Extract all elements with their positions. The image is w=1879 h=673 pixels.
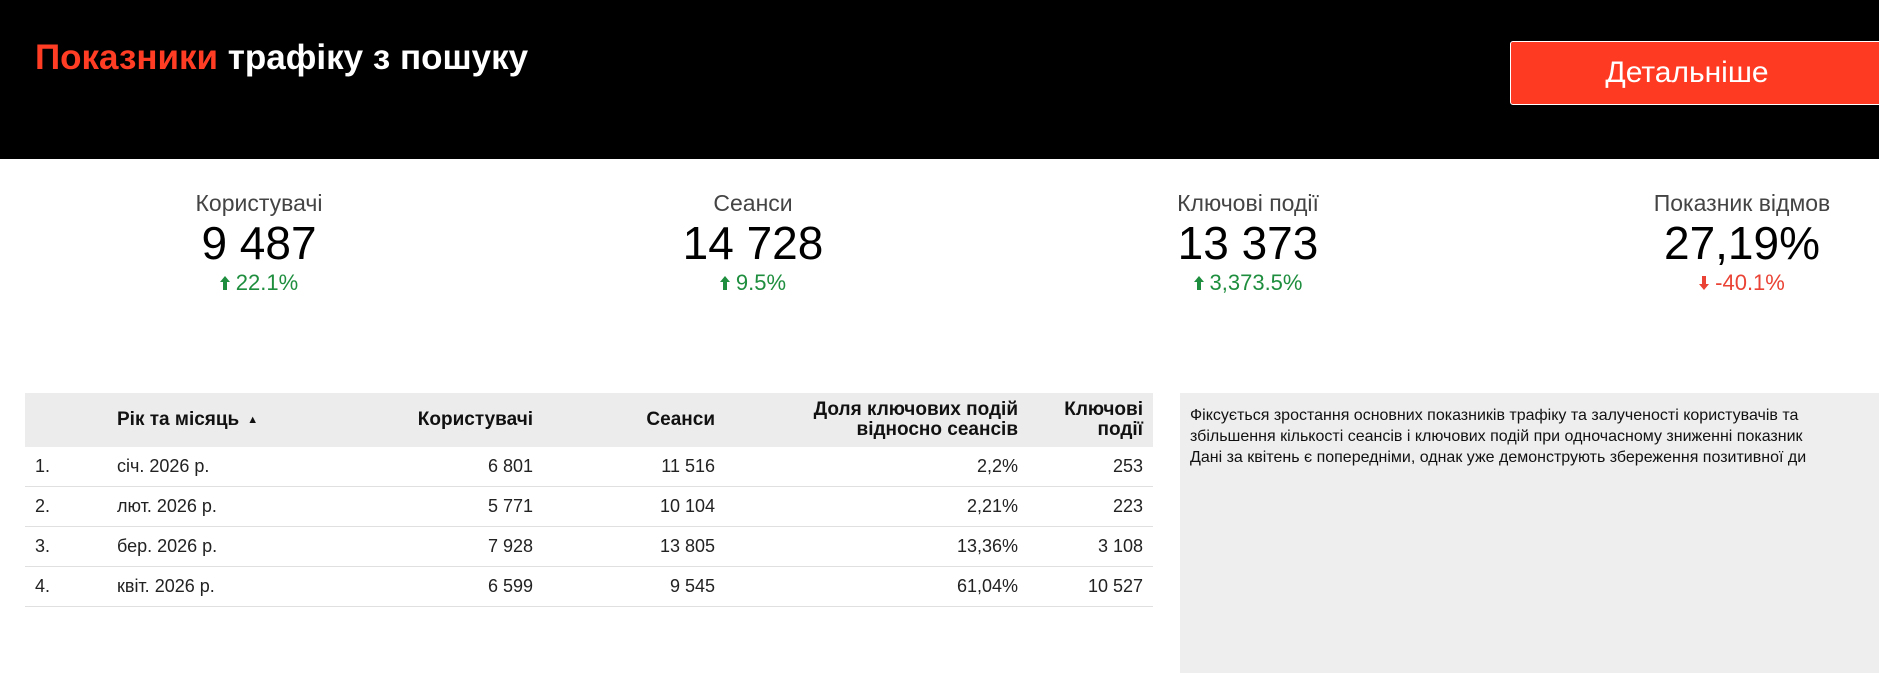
page-title: Показники трафіку з пошуку xyxy=(35,38,528,78)
table-row: 2. лют. 2026 р. 5 771 10 104 2,21% 223 xyxy=(25,487,1153,527)
cell-events: 223 xyxy=(1112,496,1143,516)
note-line: Фіксується зростання основних показників… xyxy=(1190,407,1799,424)
row-index: 3. xyxy=(35,536,51,556)
cell-users: 6 801 xyxy=(487,456,533,476)
cell-month: лют. 2026 р. xyxy=(117,496,217,516)
traffic-table: Рік та місяць ▲ Користувачі Сеанси Доля … xyxy=(25,393,1153,607)
kpi-delta: 22.1% xyxy=(59,270,459,296)
column-header-month[interactable]: Рік та місяць ▲ xyxy=(117,393,307,447)
kpi-delta-value: 9.5% xyxy=(735,269,787,295)
report-header: Показники трафіку з пошуку Детальніше xyxy=(0,0,1879,159)
kpi-users: Користувачі 9 487 22.1% xyxy=(59,190,459,296)
column-header-key-events[interactable]: Ключові події xyxy=(1025,393,1143,447)
cell-sessions: 10 104 xyxy=(659,496,715,516)
kpi-value: 27,19% xyxy=(1663,217,1820,269)
cell-users: 6 599 xyxy=(487,576,533,596)
cell-share: 61,04% xyxy=(956,576,1018,596)
kpi-label: Користувачі xyxy=(195,190,323,216)
kpi-delta: 9.5% xyxy=(553,270,953,296)
cell-sessions: 9 545 xyxy=(669,576,715,596)
cell-sessions: 11 516 xyxy=(661,456,715,476)
details-button-label: Детальніше xyxy=(1605,56,1769,89)
page-title-rest: трафіку з пошуку xyxy=(227,38,529,77)
column-header-key-events-label: Ключові події xyxy=(1064,400,1143,440)
column-header-key-event-share-label: Доля ключових подій відносно сеансів xyxy=(814,400,1018,440)
cell-events: 3 108 xyxy=(1097,536,1143,556)
header-line: відносно сеансів xyxy=(856,419,1018,440)
kpi-bounce-rate: Показник відмов 27,19% -40.1% xyxy=(1542,190,1879,296)
kpi-value: 14 728 xyxy=(682,217,824,269)
kpi-value: 13 373 xyxy=(1177,217,1319,269)
cell-share: 13,36% xyxy=(956,536,1018,556)
kpi-label: Ключові події xyxy=(1177,190,1319,216)
arrow-up-icon xyxy=(219,275,230,290)
kpi-delta-value: -40.1% xyxy=(1715,269,1785,295)
cell-month: січ. 2026 р. xyxy=(117,456,210,476)
kpi-delta: 3,373.5% xyxy=(1048,270,1448,296)
summary-note: Фіксується зростання основних показників… xyxy=(1180,393,1879,673)
arrow-up-icon xyxy=(1193,275,1204,290)
cell-users: 5 771 xyxy=(487,496,533,516)
table-row: 3. бер. 2026 р. 7 928 13 805 13,36% 3 10… xyxy=(25,527,1153,567)
kpi-key-events: Ключові події 13 373 3,373.5% xyxy=(1048,190,1448,296)
cell-events: 253 xyxy=(1112,456,1143,476)
cell-sessions: 13 805 xyxy=(659,536,715,556)
column-header-users-label: Користувачі xyxy=(417,409,533,430)
arrow-down-icon xyxy=(1699,275,1710,290)
kpi-delta: -40.1% xyxy=(1542,270,1879,296)
header-line: події xyxy=(1097,419,1143,440)
table-row: 4. квіт. 2026 р. 6 599 9 545 61,04% 10 5… xyxy=(25,567,1153,607)
table-row: 1. січ. 2026 р. 6 801 11 516 2,2% 253 xyxy=(25,447,1153,487)
kpi-delta-value: 3,373.5% xyxy=(1209,269,1303,295)
row-index: 4. xyxy=(35,576,51,596)
cell-month: квіт. 2026 р. xyxy=(117,576,215,596)
note-line: Дані за квітень є попередніми, однак уже… xyxy=(1190,449,1807,466)
arrow-up-icon xyxy=(719,275,730,290)
kpi-label: Показник відмов xyxy=(1653,190,1831,216)
kpi-delta-value: 22.1% xyxy=(235,269,299,295)
table-header: Рік та місяць ▲ Користувачі Сеанси Доля … xyxy=(25,393,1153,447)
kpi-label: Сеанси xyxy=(713,190,793,216)
cell-share: 2,2% xyxy=(976,456,1018,476)
note-line: збільшення кількості сеансів і ключових … xyxy=(1190,428,1803,445)
column-header-sessions[interactable]: Сеанси xyxy=(545,393,715,447)
details-button[interactable]: Детальніше xyxy=(1510,41,1879,105)
column-header-sessions-label: Сеанси xyxy=(646,409,715,430)
cell-events: 10 527 xyxy=(1087,576,1143,596)
kpi-value: 9 487 xyxy=(201,217,317,269)
cell-share: 2,21% xyxy=(966,496,1018,516)
row-index: 2. xyxy=(35,496,51,516)
kpi-sessions: Сеанси 14 728 9.5% xyxy=(553,190,953,296)
cell-month: бер. 2026 р. xyxy=(117,536,218,556)
column-header-month-label: Рік та місяць xyxy=(117,409,240,430)
header-line: Ключові xyxy=(1064,399,1143,420)
column-header-key-event-share[interactable]: Доля ключових подій відносно сеансів xyxy=(725,393,1018,447)
header-line: Доля ключових подій xyxy=(813,399,1018,420)
cell-users: 7 928 xyxy=(487,536,533,556)
column-header-users[interactable]: Користувачі xyxy=(315,393,533,447)
row-index: 1. xyxy=(35,456,51,476)
page-title-accent: Показники xyxy=(35,38,219,77)
sort-ascending-icon: ▲ xyxy=(247,414,259,426)
